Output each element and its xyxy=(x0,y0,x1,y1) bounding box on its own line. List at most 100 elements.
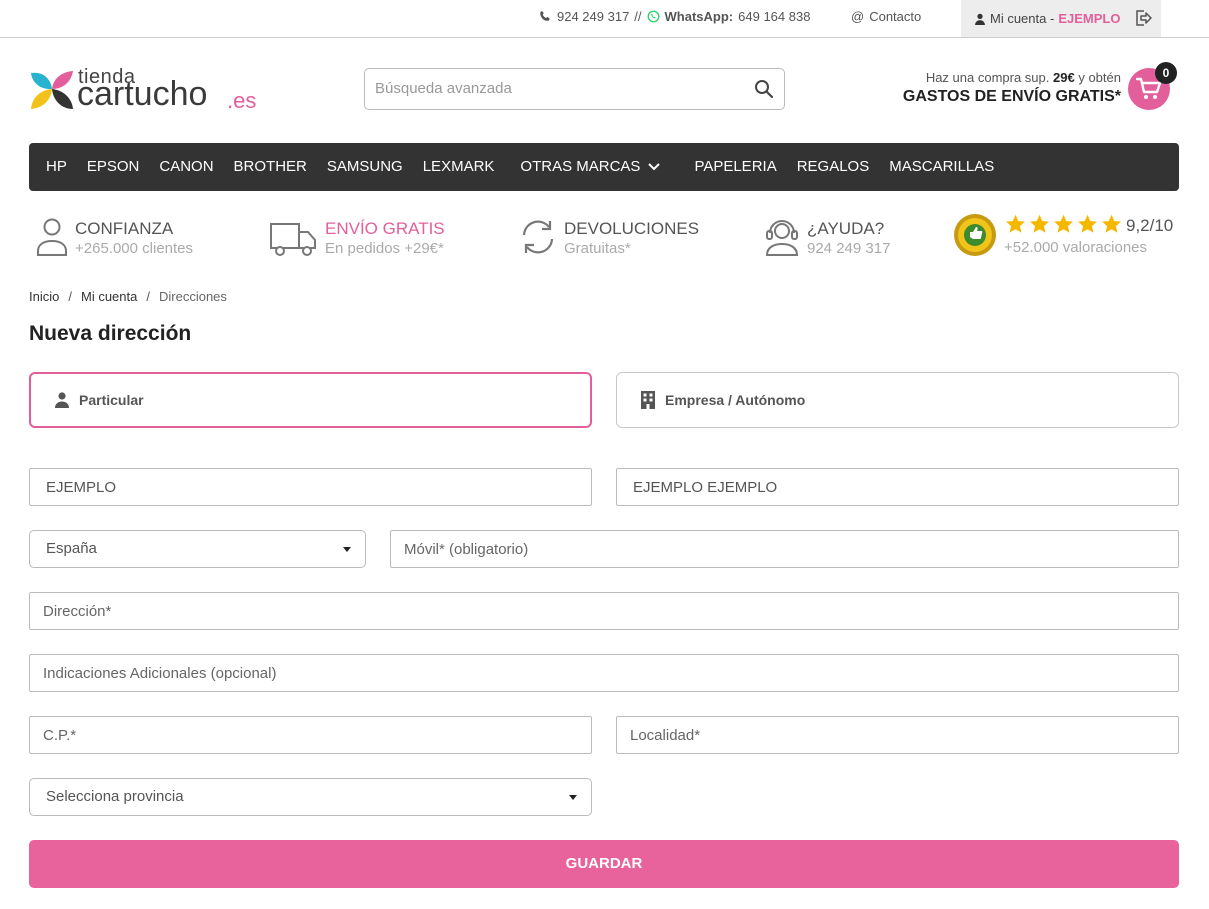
pais-select-value: España xyxy=(46,540,97,557)
account-username[interactable]: EJEMPLO xyxy=(1058,11,1120,26)
whatsapp-number[interactable]: 649 164 838 xyxy=(738,9,810,24)
trust-devoluciones-title: DEVOLUCIONES xyxy=(564,219,700,238)
user-icon xyxy=(975,13,985,25)
trust-ayuda-title: ¿AYUDA? xyxy=(807,219,885,238)
apellidos-input[interactable] xyxy=(617,469,1178,505)
caret-down-icon xyxy=(343,547,351,552)
rating-stars xyxy=(1005,214,1122,234)
nav-item-hp[interactable]: HP xyxy=(36,143,77,191)
trust-confianza: CONFIANZA +265.000 clientes xyxy=(36,216,236,260)
star-icon xyxy=(1102,214,1121,233)
apellidos-field xyxy=(616,468,1179,506)
nav-item-epson[interactable]: EPSON xyxy=(77,143,150,191)
logo-leaves-icon xyxy=(31,71,73,109)
site-logo[interactable]: tienda cartucho .es xyxy=(29,66,259,114)
account-menu[interactable]: Mi cuenta - EJEMPLO xyxy=(961,0,1161,37)
pais-select[interactable]: España xyxy=(29,530,366,568)
provincia-select[interactable]: Selecciona provincia xyxy=(29,778,592,816)
cp-field xyxy=(29,716,592,754)
nav-item-canon[interactable]: CANON xyxy=(149,143,223,191)
nav-item-regalos[interactable]: REGALOS xyxy=(787,143,880,191)
whatsapp-icon xyxy=(647,10,659,23)
nombre-input[interactable] xyxy=(30,469,591,505)
search-icon[interactable] xyxy=(754,79,774,99)
headset-icon xyxy=(765,220,799,256)
shipping-promo: Haz una compra sup. 29€ y obtén GASTOS D… xyxy=(903,70,1121,106)
trust-confianza-title: CONFIANZA xyxy=(75,219,174,238)
trust-devoluciones: DEVOLUCIONES Gratuitas* xyxy=(519,216,719,260)
breadcrumb-home[interactable]: Inicio xyxy=(29,289,59,304)
person-icon xyxy=(55,392,69,408)
page-title: Nueva dirección xyxy=(29,322,192,345)
logout-icon[interactable] xyxy=(1133,8,1153,28)
promo-amount: 29€ xyxy=(1053,70,1075,85)
main-nav: HP EPSON CANON BROTHER SAMSUNG LEXMARK O… xyxy=(29,143,1179,191)
nombre-field xyxy=(29,468,592,506)
ekomi-seal-icon[interactable] xyxy=(953,213,997,257)
caret-down-icon xyxy=(569,795,577,800)
nav-item-otras-marcas[interactable]: OTRAS MARCAS xyxy=(510,143,682,191)
cart-count-badge: 0 xyxy=(1155,62,1177,84)
nav-item-papeleria[interactable]: PAPELERIA xyxy=(684,143,786,191)
trust-envio-title: ENVÍO GRATIS xyxy=(325,219,445,238)
indicaciones-field xyxy=(29,654,1179,692)
breadcrumb-account[interactable]: Mi cuenta xyxy=(81,289,137,304)
promo-line-2: GASTOS DE ENVÍO GRATIS* xyxy=(902,88,1121,105)
trust-devoluciones-sub: Gratuitas* xyxy=(564,240,631,257)
type-option-particular[interactable]: Particular xyxy=(29,372,592,428)
logo-text-suffix: .es xyxy=(227,88,257,113)
contact-link[interactable]: @ Contacto xyxy=(851,9,921,24)
contact-label[interactable]: Contacto xyxy=(869,9,921,24)
refresh-icon xyxy=(522,220,554,254)
type-option-empresa-label: Empresa / Autónomo xyxy=(665,392,806,408)
top-phone-number[interactable]: 924 249 317 xyxy=(557,9,629,24)
trust-confianza-sub: +265.000 clientes xyxy=(75,240,194,257)
type-option-particular-label: Particular xyxy=(79,392,144,408)
breadcrumb-current: Direcciones xyxy=(158,289,227,304)
breadcrumb-separator: / xyxy=(146,289,150,304)
cp-input[interactable] xyxy=(30,717,591,753)
account-label[interactable]: Mi cuenta - xyxy=(990,11,1054,26)
search-input[interactable] xyxy=(375,69,735,107)
nav-item-brother[interactable]: BROTHER xyxy=(224,143,317,191)
logo-text-main: cartucho xyxy=(77,75,208,113)
chevron-down-icon xyxy=(648,163,661,171)
provincia-select-value: Selecciona provincia xyxy=(46,788,184,805)
truck-icon xyxy=(270,223,316,256)
star-icon xyxy=(1054,214,1073,233)
localidad-input[interactable] xyxy=(617,717,1178,753)
breadcrumb: Inicio / Mi cuenta / Direcciones xyxy=(29,289,227,304)
promo-line-1: Haz una compra sup. 29€ y obtén xyxy=(903,70,1121,85)
nav-item-lexmark[interactable]: LEXMARK xyxy=(413,143,505,191)
direccion-input[interactable] xyxy=(30,593,1178,629)
save-button[interactable]: GUARDAR xyxy=(29,840,1179,888)
breadcrumb-separator: / xyxy=(68,289,72,304)
rating-value: 9,2/10 xyxy=(1126,216,1174,235)
star-icon xyxy=(1078,214,1097,233)
search-box xyxy=(364,68,785,110)
at-icon: @ xyxy=(851,9,865,24)
localidad-field xyxy=(616,716,1179,754)
movil-field xyxy=(390,530,1179,568)
direccion-field xyxy=(29,592,1179,630)
trust-envio: ENVÍO GRATIS En pedidos +29€* xyxy=(270,216,470,260)
top-phone-info[interactable]: 924 249 317 // WhatsApp: 649 164 838 xyxy=(539,9,810,24)
phone-icon xyxy=(540,10,550,21)
movil-input[interactable] xyxy=(391,531,1178,567)
promo-prefix: Haz una compra sup. xyxy=(925,70,1050,85)
user-outline-icon xyxy=(37,218,67,256)
indicaciones-input[interactable] xyxy=(30,655,1178,691)
nav-item-otras-marcas-label: OTRAS MARCAS xyxy=(520,158,641,175)
cart-button[interactable]: 0 xyxy=(1128,62,1177,110)
nav-item-mascarillas[interactable]: MASCARILLAS xyxy=(879,143,1004,191)
top-separator: // xyxy=(634,9,642,24)
trust-envio-sub: En pedidos +29€* xyxy=(325,240,444,257)
type-option-empresa[interactable]: Empresa / Autónomo xyxy=(616,372,1179,428)
top-bar: 924 249 317 // WhatsApp: 649 164 838 @ C… xyxy=(0,0,1209,38)
whatsapp-label: WhatsApp: xyxy=(664,9,734,24)
nav-item-samsung[interactable]: SAMSUNG xyxy=(317,143,413,191)
trust-ayuda[interactable]: ¿AYUDA? 924 249 317 xyxy=(764,216,944,260)
star-icon xyxy=(1030,214,1049,233)
trust-ayuda-sub[interactable]: 924 249 317 xyxy=(807,240,890,257)
rating-count: +52.000 valoraciones xyxy=(1004,239,1148,256)
